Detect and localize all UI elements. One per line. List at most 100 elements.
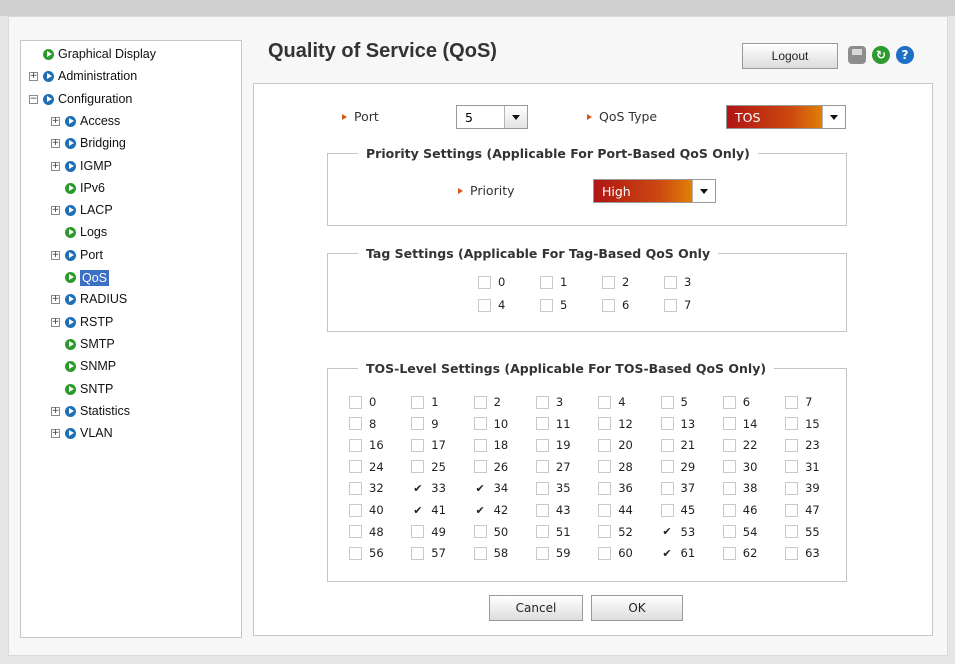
- expand-icon[interactable]: +: [51, 139, 60, 149]
- tos-level-checkbox[interactable]: 37: [660, 481, 695, 495]
- save-icon[interactable]: [848, 46, 866, 64]
- tos-level-checkbox[interactable]: 49: [411, 525, 446, 539]
- tos-level-checkbox[interactable]: 46: [722, 503, 757, 517]
- tos-level-checkbox[interactable]: ✔ 53: [660, 525, 695, 539]
- tos-level-checkbox[interactable]: 52: [598, 525, 633, 539]
- tos-level-checkbox[interactable]: 8: [349, 417, 376, 431]
- expand-icon[interactable]: +: [51, 317, 60, 327]
- tos-level-checkbox[interactable]: 3: [535, 395, 563, 409]
- tos-level-checkbox[interactable]: 15: [785, 417, 820, 431]
- tos-level-checkbox[interactable]: 31: [785, 460, 820, 474]
- tos-level-checkbox[interactable]: 26: [473, 460, 508, 474]
- tos-level-checkbox[interactable]: 5: [660, 395, 688, 409]
- tag-checkbox[interactable]: 7: [664, 298, 691, 312]
- tos-level-checkbox[interactable]: 20: [598, 438, 633, 452]
- expand-icon[interactable]: +: [51, 429, 60, 439]
- refresh-icon[interactable]: ↻: [872, 46, 890, 64]
- tos-level-checkbox[interactable]: 32: [349, 481, 384, 495]
- expand-icon[interactable]: +: [51, 116, 60, 126]
- tos-level-checkbox[interactable]: 14: [722, 417, 757, 431]
- tos-level-checkbox[interactable]: 0: [349, 395, 376, 409]
- priority-select[interactable]: High: [593, 179, 716, 203]
- tos-level-checkbox[interactable]: 54: [722, 525, 757, 539]
- tos-level-checkbox[interactable]: 25: [411, 460, 446, 474]
- tag-checkbox[interactable]: 3: [664, 275, 691, 289]
- tos-level-checkbox[interactable]: 30: [722, 460, 757, 474]
- expand-icon[interactable]: +: [29, 72, 38, 82]
- tos-level-checkbox[interactable]: 38: [722, 481, 757, 495]
- tos-level-checkbox[interactable]: 9: [411, 417, 439, 431]
- tos-level-checkbox[interactable]: 45: [660, 503, 695, 517]
- tos-level-checkbox[interactable]: 23: [785, 438, 820, 452]
- tos-level-checkbox[interactable]: 17: [411, 438, 446, 452]
- tag-checkbox[interactable]: 4: [478, 298, 505, 312]
- nav-item-label: QoS: [80, 270, 110, 286]
- priority-settings-title: Priority Settings (Applicable For Port-B…: [366, 146, 750, 161]
- checkbox-box: [349, 417, 362, 431]
- tag-checkbox[interactable]: 6: [602, 298, 629, 312]
- tos-level-checkbox[interactable]: 29: [660, 460, 695, 474]
- tag-checkbox[interactable]: 0: [478, 275, 505, 289]
- tos-level-checkbox[interactable]: 60: [598, 546, 633, 560]
- tos-level-checkbox[interactable]: 58: [473, 546, 508, 560]
- tos-level-checkbox[interactable]: 12: [598, 417, 633, 431]
- tag-checkbox[interactable]: 1: [540, 275, 567, 289]
- checkbox-box: [785, 525, 799, 539]
- tos-level-checkbox[interactable]: 51: [535, 525, 571, 539]
- tag-checkbox-label: 6: [622, 298, 630, 312]
- tos-level-checkbox[interactable]: 4: [598, 395, 626, 409]
- tos-level-checkbox[interactable]: 13: [660, 417, 695, 431]
- tos-level-checkbox[interactable]: 28: [598, 460, 633, 474]
- qos-type-select[interactable]: TOS: [726, 105, 846, 129]
- tos-level-checkbox[interactable]: 6: [722, 395, 750, 409]
- tos-level-checkbox[interactable]: 55: [785, 525, 820, 539]
- tos-level-checkbox[interactable]: 40: [349, 503, 384, 517]
- tos-level-checkbox[interactable]: 59: [535, 546, 571, 560]
- tos-level-checkbox[interactable]: 44: [598, 503, 633, 517]
- expand-icon[interactable]: +: [51, 250, 60, 260]
- tos-level-checkbox[interactable]: 43: [535, 503, 571, 517]
- tos-level-checkbox[interactable]: 47: [785, 503, 820, 517]
- expand-icon[interactable]: +: [51, 406, 60, 416]
- tos-level-checkbox[interactable]: 24: [349, 460, 384, 474]
- collapse-icon[interactable]: −: [29, 94, 38, 104]
- tos-level-checkbox[interactable]: ✔ 42: [473, 503, 508, 517]
- tos-level-checkbox[interactable]: 2: [473, 395, 501, 409]
- tos-level-checkbox[interactable]: 22: [722, 438, 757, 452]
- checkbox-box: [785, 546, 799, 560]
- tos-level-checkbox[interactable]: 39: [785, 481, 820, 495]
- cancel-button[interactable]: Cancel: [489, 595, 583, 621]
- tos-level-checkbox[interactable]: 27: [535, 460, 571, 474]
- expand-icon[interactable]: +: [51, 206, 60, 216]
- tos-level-checkbox[interactable]: 10: [473, 417, 508, 431]
- tos-level-checkbox[interactable]: 11: [535, 417, 571, 431]
- tos-level-checkbox[interactable]: 50: [473, 525, 508, 539]
- help-icon[interactable]: ?: [896, 46, 914, 64]
- tos-level-checkbox[interactable]: 63: [785, 546, 820, 560]
- tos-level-checkbox[interactable]: 1: [411, 395, 439, 409]
- port-select[interactable]: 5: [456, 105, 528, 129]
- tos-level-checkbox[interactable]: ✔ 61: [660, 546, 695, 560]
- tos-level-checkbox[interactable]: 35: [535, 481, 571, 495]
- tos-level-checkbox[interactable]: ✔ 41: [411, 503, 446, 517]
- logout-button[interactable]: Logout: [742, 43, 838, 69]
- tos-level-checkbox[interactable]: 57: [411, 546, 446, 560]
- tos-level-checkbox[interactable]: ✔ 34: [473, 481, 508, 495]
- tos-level-checkbox[interactable]: ✔ 33: [411, 481, 446, 495]
- tos-level-checkbox[interactable]: 56: [349, 546, 384, 560]
- tos-level-checkbox[interactable]: 16: [349, 438, 384, 452]
- tos-level-checkbox-label: 47: [805, 503, 820, 517]
- tos-level-checkbox[interactable]: 36: [598, 481, 633, 495]
- tos-level-checkbox[interactable]: 19: [535, 438, 571, 452]
- tos-level-checkbox[interactable]: 48: [349, 525, 384, 539]
- tag-checkbox[interactable]: 5: [540, 298, 567, 312]
- tos-level-checkbox[interactable]: 7: [785, 395, 812, 409]
- expand-icon[interactable]: +: [51, 161, 60, 171]
- chevron-down-icon: [504, 106, 527, 128]
- tos-level-checkbox[interactable]: 62: [722, 546, 757, 560]
- tag-checkbox[interactable]: 2: [602, 275, 629, 289]
- tos-level-checkbox[interactable]: 18: [473, 438, 508, 452]
- tos-level-checkbox[interactable]: 21: [660, 438, 695, 452]
- ok-button[interactable]: OK: [591, 595, 683, 621]
- expand-icon[interactable]: +: [51, 295, 60, 305]
